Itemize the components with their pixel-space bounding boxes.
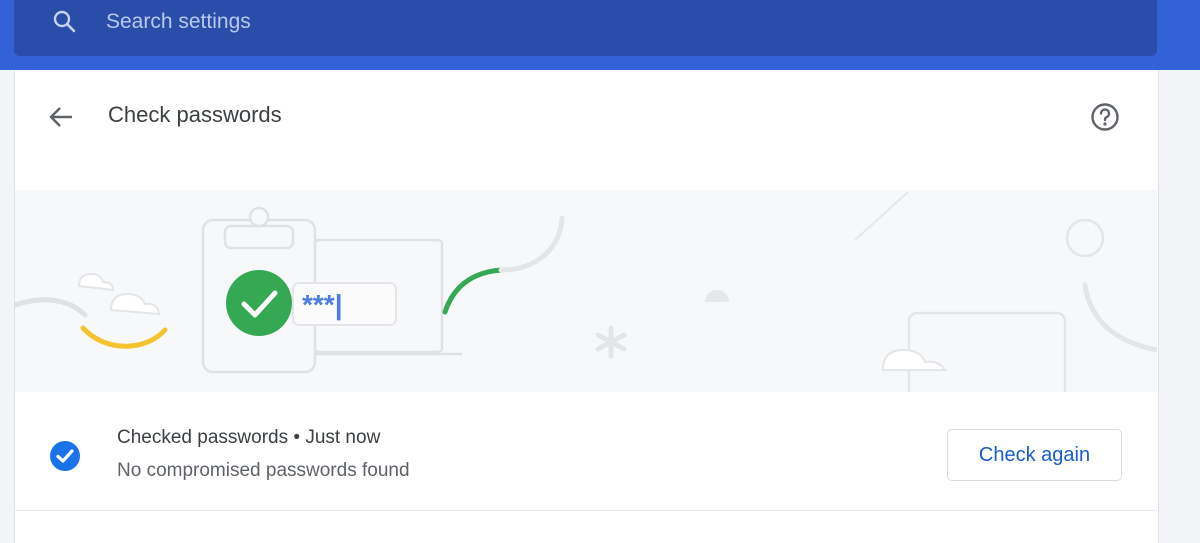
- checked-time: Just now: [305, 427, 381, 448]
- result-text: No compromised passwords found: [117, 460, 410, 481]
- search-box[interactable]: [14, 0, 1157, 56]
- checked-label: Checked passwords: [117, 427, 289, 448]
- separator-dot: •: [293, 427, 301, 448]
- checked-status: Checked passwords • Just now: [117, 427, 380, 449]
- search-input[interactable]: [104, 6, 908, 38]
- masked-password-text: ***|: [302, 289, 343, 320]
- page-title: Check passwords: [108, 102, 282, 127]
- password-check-illustration: ***|: [15, 190, 1157, 392]
- check-circle-icon: [50, 441, 80, 471]
- back-arrow-icon[interactable]: [46, 102, 76, 132]
- check-again-button[interactable]: Check again: [947, 429, 1122, 481]
- divider: [15, 510, 1157, 511]
- help-circle-icon[interactable]: [1089, 101, 1121, 133]
- search-icon[interactable]: [52, 9, 78, 35]
